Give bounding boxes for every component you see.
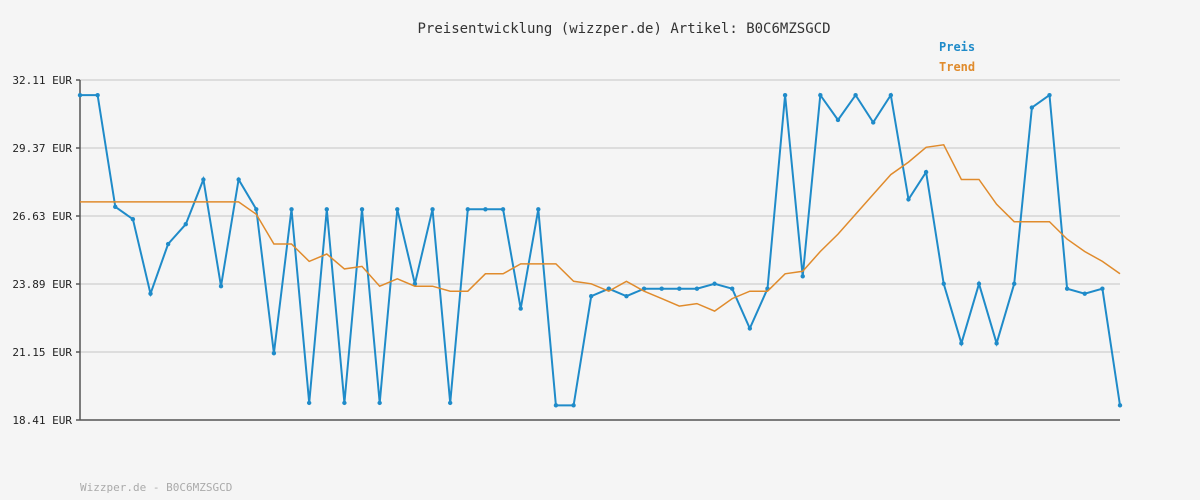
preis-point-26 <box>536 207 541 212</box>
preis-point-34 <box>677 286 682 291</box>
preis-point-31 <box>624 293 629 299</box>
preis-point-0 <box>77 92 83 98</box>
preis-point-37 <box>730 286 735 291</box>
y-tick-labels: 18.41 EUR 21.15 EUR 23.89 EUR 26.63 EUR 29.3… <box>12 74 72 427</box>
preis-point-3 <box>130 217 136 222</box>
preis-point-49 <box>941 281 946 286</box>
chart-canvas: Preisentwicklung (wizzper.de) Artikel: B… <box>12 21 1123 494</box>
trend-series-line <box>80 143 1121 312</box>
preis-point-8 <box>218 284 224 289</box>
y-tick-label-1: 21.15 EUR <box>12 346 72 359</box>
y-tick-label-3: 26.63 EUR <box>12 210 72 223</box>
preis-point-54 <box>1029 105 1035 110</box>
preis-point-18 <box>395 207 400 212</box>
preis-point-53 <box>1012 281 1017 286</box>
preis-point-7 <box>201 177 206 182</box>
axis-layer <box>76 79 1120 421</box>
preis-point-21 <box>447 400 453 406</box>
preis-point-12 <box>289 207 294 212</box>
preis-point-33 <box>659 286 664 291</box>
preis-point-59 <box>1117 403 1123 408</box>
preis-point-4 <box>148 291 153 296</box>
preis-point-13 <box>306 400 312 406</box>
legend-preis: Preis <box>939 40 975 54</box>
preis-point-24 <box>500 207 506 212</box>
preis-point-1 <box>95 92 100 98</box>
preis-point-6 <box>183 221 188 227</box>
preis-point-11 <box>271 351 277 356</box>
preis-point-22 <box>465 207 470 212</box>
preis-point-28 <box>571 403 576 408</box>
preis-point-51 <box>976 281 982 286</box>
preis-point-50 <box>959 341 964 346</box>
preis-point-36 <box>712 281 717 286</box>
y-tick-label-2: 23.89 EUR <box>12 278 72 291</box>
preis-point-52 <box>994 341 999 346</box>
preis-point-29 <box>588 293 594 299</box>
preis-series-line <box>80 92 1121 407</box>
preis-point-41 <box>800 274 805 279</box>
preis-point-5 <box>165 241 171 247</box>
preis-point-35 <box>694 286 700 291</box>
preis-point-27 <box>553 403 559 408</box>
y-tick-label-5: 32.11 EUR <box>12 74 72 87</box>
legend: Preis Trend <box>939 40 975 74</box>
preis-point-56 <box>1064 286 1070 291</box>
preis-point-10 <box>254 207 259 212</box>
preis-point-14 <box>324 207 329 212</box>
preis-point-57 <box>1082 291 1087 296</box>
preis-point-42 <box>818 92 823 98</box>
preis-point-23 <box>483 207 488 212</box>
preis-point-20 <box>430 207 435 212</box>
preis-point-43 <box>835 117 841 123</box>
preis-point-38 <box>747 326 753 331</box>
grid-layer <box>80 79 1120 353</box>
series-layer <box>77 92 1123 408</box>
preis-point-15 <box>342 400 347 406</box>
chart-title: Preisentwicklung (wizzper.de) Artikel: B… <box>417 21 830 37</box>
preis-point-25 <box>518 306 523 311</box>
chart-footer: Wizzper.de - B0C6MZSGCD <box>80 481 232 494</box>
preis-point-55 <box>1047 92 1052 98</box>
preis-point-9 <box>236 177 241 182</box>
preis-point-2 <box>113 204 118 210</box>
legend-trend: Trend <box>939 60 975 74</box>
preis-point-44 <box>853 92 858 98</box>
y-tick-label-4: 29.37 EUR <box>12 142 72 155</box>
price-chart: Preisentwicklung (wizzper.de) Artikel: B… <box>0 0 1200 500</box>
y-tick-label-0: 18.41 EUR <box>12 414 72 427</box>
preis-point-17 <box>377 400 382 406</box>
preis-point-46 <box>888 92 894 98</box>
preis-point-16 <box>359 207 365 212</box>
preis-point-40 <box>782 92 788 98</box>
preis-point-58 <box>1100 286 1105 291</box>
preis-point-48 <box>923 169 929 175</box>
preis-point-47 <box>906 197 911 202</box>
preis-point-45 <box>871 120 876 125</box>
